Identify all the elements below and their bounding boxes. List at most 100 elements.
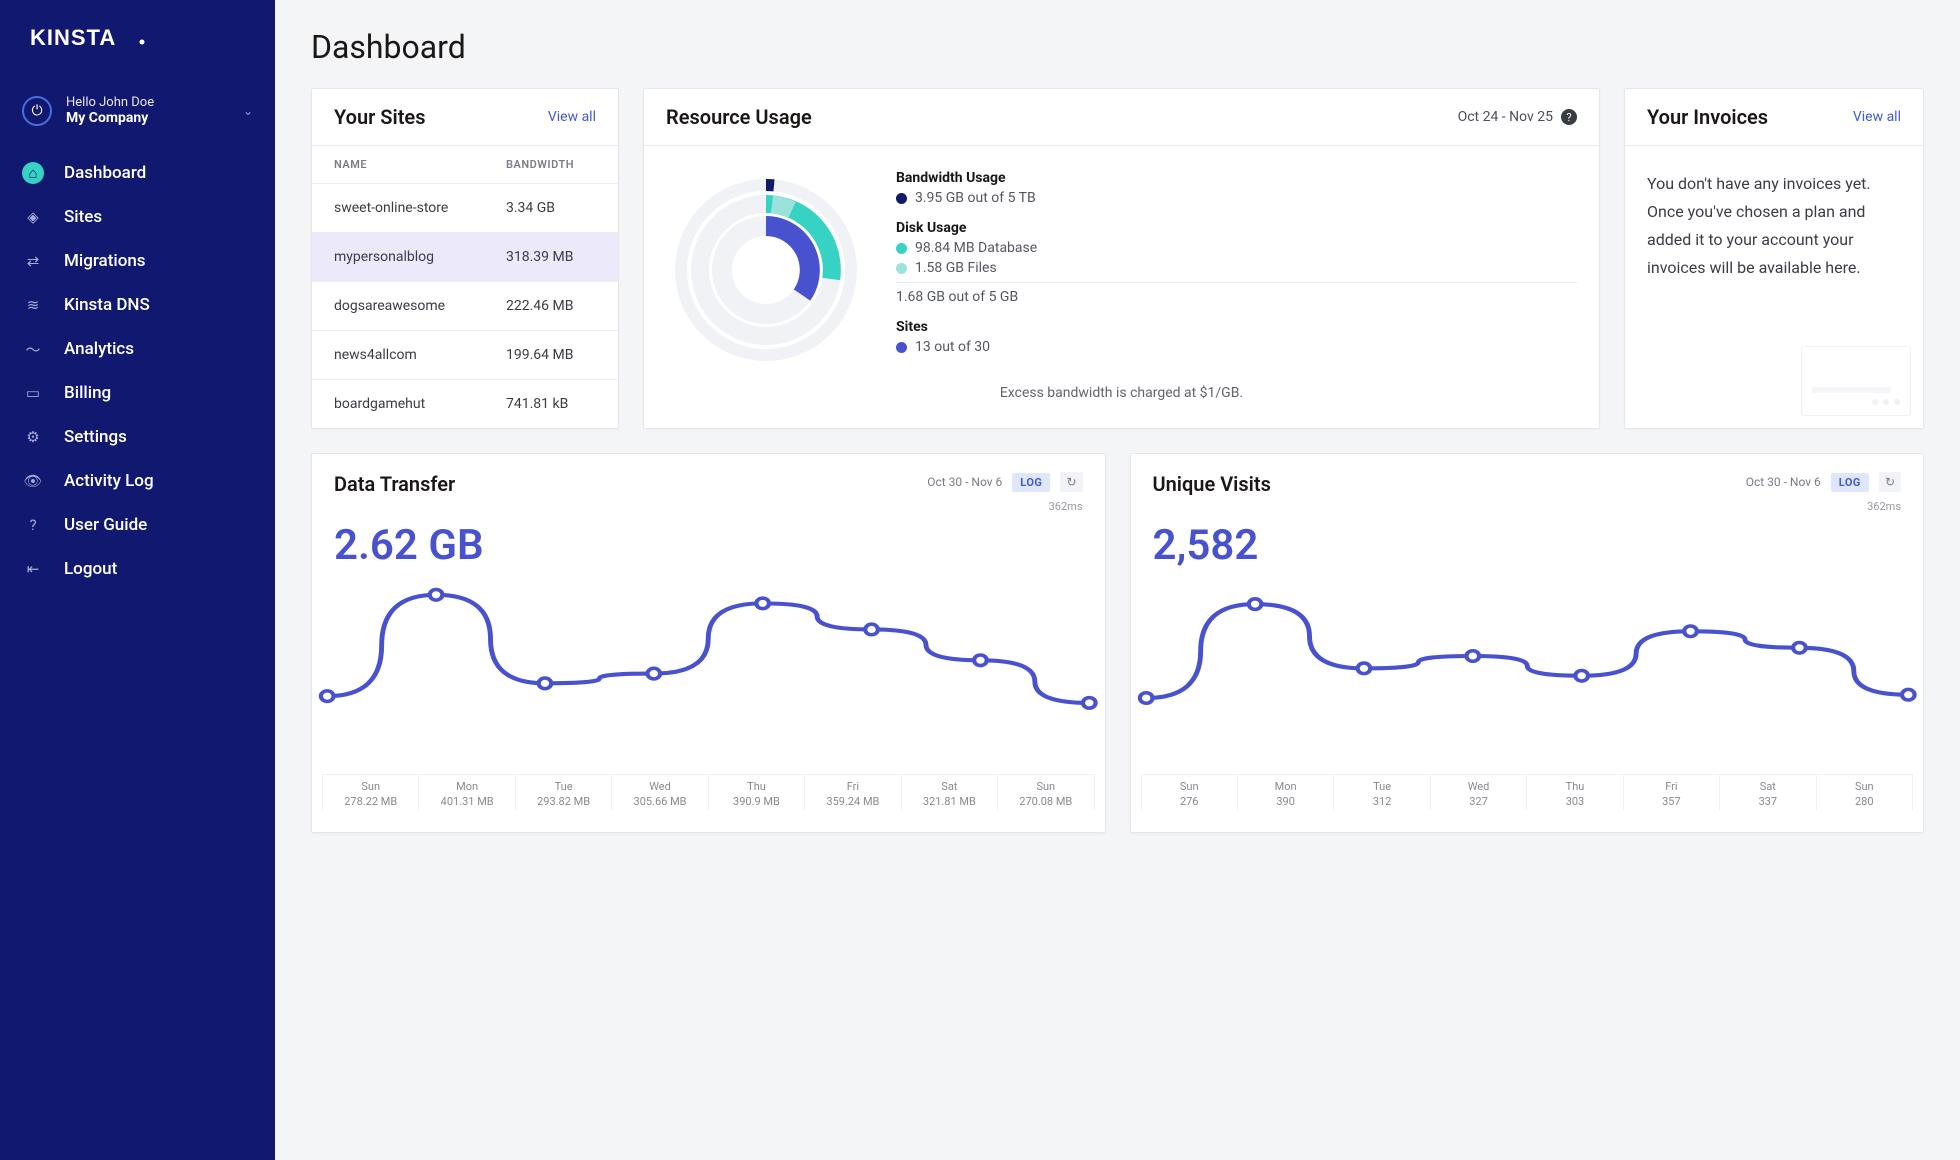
axis-cell: Thu390.9 MB	[709, 774, 805, 810]
nav-label: Analytics	[64, 339, 134, 359]
nav-label: Dashboard	[64, 163, 146, 183]
sites-table-body: sweet-online-store3.34 GBmypersonalblog3…	[312, 184, 618, 428]
legend-dot-files	[896, 263, 907, 274]
legend-dot-sites	[896, 342, 907, 353]
nav-label: Activity Log	[64, 471, 154, 491]
user-company: My Company	[66, 110, 154, 126]
arrows-icon: ⇄	[22, 250, 44, 272]
site-bandwidth: 318.39 MB	[506, 249, 596, 265]
data-transfer-axis: Sun278.22 MBMon401.31 MBTue293.82 MBWed3…	[316, 770, 1101, 824]
data-transfer-date-range: Oct 30 - Nov 6	[927, 475, 1002, 489]
brand-logo: KINSTA	[0, 20, 275, 85]
axis-cell: Sun270.08 MB	[998, 774, 1094, 810]
axis-cell: Sun276	[1141, 774, 1238, 810]
site-bandwidth: 222.46 MB	[506, 298, 596, 314]
site-row[interactable]: news4allcom199.64 MB	[312, 331, 618, 380]
invoices-card: Your Invoices View all You don't have an…	[1624, 88, 1924, 429]
sites-usage-text: 13 out of 30	[915, 339, 990, 355]
nav-item-sites[interactable]: ◈ Sites	[0, 195, 275, 239]
axis-cell: Fri359.24 MB	[805, 774, 901, 810]
trend-icon: 〜	[22, 338, 44, 360]
log-button[interactable]: LOG	[1012, 473, 1050, 492]
nav-item-analytics[interactable]: 〜 Analytics	[0, 327, 275, 371]
nav-item-kinsta-dns[interactable]: ≋Kinsta DNS	[0, 283, 275, 327]
legend-dot-bandwidth	[896, 193, 907, 204]
home-icon: ⌂	[22, 162, 44, 184]
data-transfer-chart	[316, 570, 1101, 770]
log-button[interactable]: LOG	[1831, 473, 1869, 492]
refresh-icon[interactable]: ↻	[1879, 472, 1901, 492]
diamond-icon: ◈	[22, 206, 44, 228]
axis-cell: Sun280	[1817, 774, 1913, 810]
help-icon[interactable]: ?	[1561, 109, 1577, 125]
site-row[interactable]: dogsareawesome222.46 MB	[312, 282, 618, 331]
gear-icon: ⚙	[22, 426, 44, 448]
axis-cell: Sun278.22 MB	[322, 774, 419, 810]
sites-table-head: NAME BANDWIDTH	[312, 146, 618, 184]
sidebar: KINSTA ⏻ Hello John Doe My Company ⌄ ⌂ Da…	[0, 0, 275, 1160]
svg-text:KINSTA: KINSTA	[30, 25, 116, 50]
chevron-down-icon: ⌄	[243, 104, 253, 118]
data-transfer-card: Data Transfer Oct 30 - Nov 6 LOG ↻ 362ms…	[311, 453, 1106, 833]
site-name: mypersonalblog	[334, 249, 506, 265]
nav-label: Settings	[64, 427, 127, 447]
nav-label: Sites	[64, 207, 102, 227]
nav-list: ⌂ Dashboard ◈ Sites ⇄Migrations≋Kinsta DNS 〜 A…	[0, 151, 275, 591]
data-transfer-title: Data Transfer	[334, 472, 455, 496]
nav-item-logout[interactable]: ⇤Logout	[0, 547, 275, 591]
site-name: boardgamehut	[334, 396, 506, 412]
site-row[interactable]: sweet-online-store3.34 GB	[312, 184, 618, 233]
axis-cell: Sat337	[1720, 774, 1816, 810]
disk-usage-title: Disk Usage	[896, 220, 1577, 236]
invoices-title: Your Invoices	[1647, 105, 1768, 129]
user-switcher[interactable]: ⏻ Hello John Doe My Company ⌄	[0, 85, 275, 151]
axis-cell: Sat321.81 MB	[902, 774, 998, 810]
site-name: dogsareawesome	[334, 298, 506, 314]
nav-label: Billing	[64, 383, 111, 403]
unique-visits-axis: Sun276Mon390Tue312Wed327Thu303Fri357Sat3…	[1135, 770, 1920, 824]
invoice-placeholder	[1801, 346, 1911, 416]
legend-dot-database	[896, 243, 907, 254]
page-title: Dashboard	[311, 28, 1924, 66]
nav-item-billing[interactable]: ▭ Billing	[0, 371, 275, 415]
unique-visits-title: Unique Visits	[1153, 472, 1271, 496]
logout-icon: ⇤	[22, 558, 44, 580]
sliders-icon: ≋	[22, 294, 44, 316]
user-greeting: Hello John Doe	[66, 95, 154, 110]
bandwidth-usage-text: 3.95 GB out of 5 TB	[915, 190, 1036, 206]
nav-item-dashboard[interactable]: ⌂ Dashboard	[0, 151, 275, 195]
site-row[interactable]: boardgamehut741.81 kB	[312, 380, 618, 428]
invoices-view-all[interactable]: View all	[1853, 109, 1901, 125]
site-bandwidth: 199.64 MB	[506, 347, 596, 363]
unique-visits-latency: 362ms	[1131, 500, 1924, 513]
nav-label: User Guide	[64, 515, 147, 535]
sites-view-all[interactable]: View all	[548, 109, 596, 125]
site-row[interactable]: mypersonalblog318.39 MB	[312, 233, 618, 282]
data-transfer-latency: 362ms	[312, 500, 1105, 513]
usage-title: Resource Usage	[666, 105, 812, 129]
help-icon: ?	[22, 514, 44, 536]
nav-item-user-guide[interactable]: ? User Guide	[0, 503, 275, 547]
site-bandwidth: 3.34 GB	[506, 200, 596, 216]
sites-usage-title: Sites	[896, 319, 1577, 335]
col-name: NAME	[334, 158, 506, 171]
site-name: sweet-online-store	[334, 200, 506, 216]
unique-visits-chart	[1135, 570, 1920, 770]
nav-item-migrations[interactable]: ⇄Migrations	[0, 239, 275, 283]
axis-cell: Mon401.31 MB	[419, 774, 515, 810]
sites-title: Your Sites	[334, 105, 425, 129]
sites-card: Your Sites View all NAME BANDWIDTH sweet…	[311, 88, 619, 429]
card-icon: ▭	[22, 382, 44, 404]
refresh-icon[interactable]: ↻	[1060, 472, 1082, 492]
site-name: news4allcom	[334, 347, 506, 363]
disk-files-text: 1.58 GB Files	[915, 260, 997, 276]
axis-cell: Wed305.66 MB	[612, 774, 708, 810]
data-transfer-big-value: 2.62 GB	[312, 513, 1105, 570]
nav-item-settings[interactable]: ⚙ Settings	[0, 415, 275, 459]
bandwidth-usage-title: Bandwidth Usage	[896, 170, 1577, 186]
usage-donut-chart	[666, 170, 866, 369]
disk-db-text: 98.84 MB Database	[915, 240, 1037, 256]
nav-item-activity-log[interactable]: 👁Activity Log	[0, 459, 275, 503]
axis-cell: Wed327	[1431, 774, 1527, 810]
axis-cell: Mon390	[1238, 774, 1334, 810]
